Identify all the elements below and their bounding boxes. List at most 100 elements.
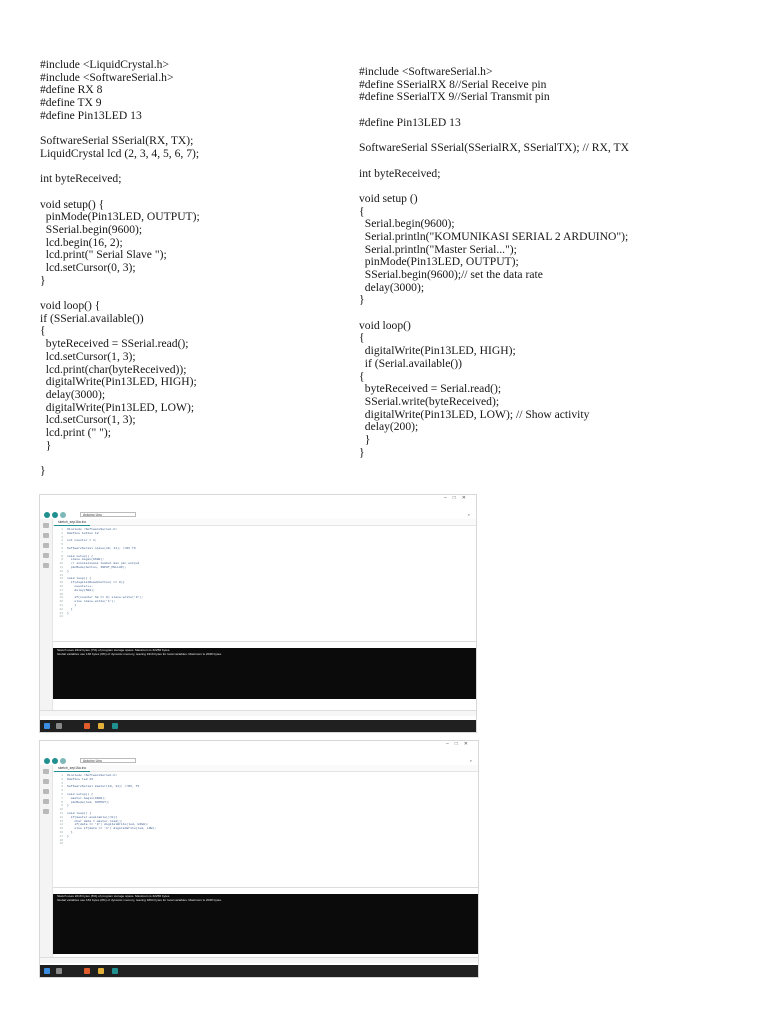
- code-line: byteReceived = SSerial.read();: [40, 337, 189, 351]
- browser-icon[interactable]: [84, 723, 90, 729]
- list-item: else if(data == '1') digitalWrite(led, L…: [67, 826, 157, 831]
- status-bar: [40, 957, 478, 963]
- ide-screenshot-1: –□✕ FileEditSketchToolsHelp Arduino Uno …: [40, 495, 476, 732]
- library-icon[interactable]: [43, 789, 49, 794]
- code-line: SSerial.begin(9600);// set the data rate: [359, 268, 543, 281]
- code-line: lcd.setCursor(1, 3);: [40, 349, 136, 363]
- arduino-icon[interactable]: [112, 968, 118, 974]
- code-line: }: [359, 445, 365, 459]
- editor-source: #include <SoftwareSerial.h> #define led 1…: [67, 773, 157, 846]
- code-line: lcd.print (" ");: [40, 425, 111, 439]
- tab-bar: sketch_sep16a.ino: [53, 765, 478, 772]
- files-icon[interactable]: [98, 723, 104, 729]
- library-icon[interactable]: [43, 543, 49, 548]
- tab-sketch[interactable]: sketch_sep16a.ino: [54, 765, 91, 772]
- serial-monitor-icon[interactable]: ⌕: [470, 758, 472, 763]
- verify-icon[interactable]: [44, 511, 50, 518]
- code-line: lcd.setCursor(0, 3);: [40, 261, 136, 274]
- code-line: void loop(): [359, 318, 411, 332]
- code-line: #define SSerialTX 9//Serial Transmit pin: [359, 90, 550, 104]
- list-item: [67, 615, 143, 619]
- code-line: LiquidCrystal lcd (2, 3, 4, 5, 6, 7);: [40, 146, 200, 160]
- debug-sidebar-icon[interactable]: [43, 799, 49, 804]
- search-icon[interactable]: [43, 809, 49, 814]
- code-line: SoftwareSerial SSerial(RX, TX);: [40, 134, 194, 148]
- code-line: int byteReceived;: [40, 172, 122, 186]
- taskbar: [40, 965, 478, 977]
- code-line: if (Serial.available()): [359, 356, 463, 370]
- code-line: delay(3000);: [359, 280, 425, 294]
- code-line: }: [40, 438, 52, 452]
- upload-icon[interactable]: [52, 757, 58, 764]
- code-line: #define Pin13LED 13: [359, 115, 461, 129]
- code-line: #define TX 9: [40, 96, 102, 110]
- sidebar: [40, 519, 53, 715]
- files-icon[interactable]: [98, 968, 104, 974]
- list-item: Global variables use 184 bytes (8%) of d…: [57, 898, 222, 902]
- verify-icon[interactable]: [44, 757, 50, 764]
- code-line: digitalWrite(Pin13LED, HIGH);: [40, 375, 197, 389]
- start-icon[interactable]: [44, 968, 50, 974]
- arduino-icon[interactable]: [112, 723, 118, 729]
- folder-icon[interactable]: [43, 769, 49, 774]
- code-listing-master: #include <SoftwareSerial.h> #define SSeri…: [359, 65, 629, 459]
- upload-icon[interactable]: [52, 511, 58, 518]
- window-controls[interactable]: –□✕: [444, 495, 472, 501]
- list-item: 24: [59, 614, 63, 619]
- list-item: Global variables use 138 bytes (6%) of d…: [57, 652, 222, 656]
- sidebar: [40, 765, 53, 960]
- output-header: Output: [53, 641, 476, 656]
- title-bar: –□✕: [40, 741, 478, 750]
- output-header: Output: [53, 887, 478, 902]
- output-console: Sketch uses 2412 bytes (7%) of program s…: [53, 648, 476, 699]
- list-item: [67, 842, 156, 846]
- code-line: int byteReceived;: [359, 166, 441, 180]
- ide-screenshot-2: –□✕ FileEditSketchToolsHelp Arduino Uno …: [40, 741, 478, 977]
- search-icon[interactable]: [43, 563, 49, 568]
- code-line: void setup (): [359, 191, 418, 205]
- debug-icon[interactable]: [60, 511, 66, 518]
- code-line: #include <LiquidCrystal.h>: [40, 58, 169, 71]
- debug-sidebar-icon[interactable]: [43, 553, 49, 558]
- tab-sketch[interactable]: sketch_sep16a.ino: [54, 519, 91, 526]
- search-taskbar-icon[interactable]: [56, 723, 62, 729]
- code-line: delay(3000);: [40, 387, 106, 401]
- code-line: #define Pin13LED 13: [40, 108, 142, 122]
- debug-icon[interactable]: [60, 757, 66, 764]
- line-gutter: 1 2 3 4 5 6 7 8 9 10 11 12 13 14 15 16 17 18 19: [53, 773, 63, 846]
- list-item: SoftwareSerial slave(10, 11); //RX TX: [67, 545, 136, 550]
- output-console: Sketch uses 2218 bytes (6%) of program s…: [53, 894, 478, 954]
- code-line: }: [359, 293, 365, 307]
- line-gutter: 1 2 3 4 5 6 7 8 9 10 11 12 13 14 15 16 17 18 19 20 21 22 23 24: [53, 527, 63, 619]
- status-bar: [40, 710, 476, 716]
- code-line: if (SSerial.available()): [40, 311, 144, 325]
- board-selector[interactable]: Arduino Uno: [80, 757, 136, 763]
- start-icon[interactable]: [44, 723, 50, 729]
- code-line: void loop() {: [40, 299, 101, 313]
- window-controls[interactable]: –□✕: [446, 741, 474, 747]
- code-line: SSerial.write(byteReceived);: [359, 394, 500, 408]
- board-selector[interactable]: Arduino Uno: [80, 511, 136, 517]
- browser-icon[interactable]: [84, 968, 90, 974]
- code-line: }: [359, 432, 371, 446]
- boards-icon[interactable]: [43, 533, 49, 538]
- tab-bar: sketch_sep16a.ino: [53, 519, 476, 526]
- code-line: }: [40, 273, 46, 287]
- code-line: digitalWrite(Pin13LED, HIGH);: [359, 344, 516, 358]
- boards-icon[interactable]: [43, 779, 49, 784]
- code-line: #include <SoftwareSerial.h>: [359, 65, 493, 78]
- serial-monitor-icon[interactable]: ⌕: [468, 512, 470, 517]
- code-listing-slave: #include <LiquidCrystal.h> #include <Soft…: [40, 58, 200, 478]
- code-line: }: [40, 464, 46, 477]
- code-editor[interactable]: 1 2 3 4 5 6 7 8 9 10 11 12 13 14 15 16 17 18 19 #include <…: [53, 772, 478, 886]
- folder-icon[interactable]: [43, 523, 49, 528]
- code-line: delay(200);: [359, 420, 419, 434]
- code-editor[interactable]: 1 2 3 4 5 6 7 8 9 10 11 12 13 14 15 16 17 18 19 20 21 22 23 24 …: [53, 526, 476, 641]
- search-taskbar-icon[interactable]: [56, 968, 62, 974]
- code-line: SSerial.begin(9600);: [40, 222, 143, 236]
